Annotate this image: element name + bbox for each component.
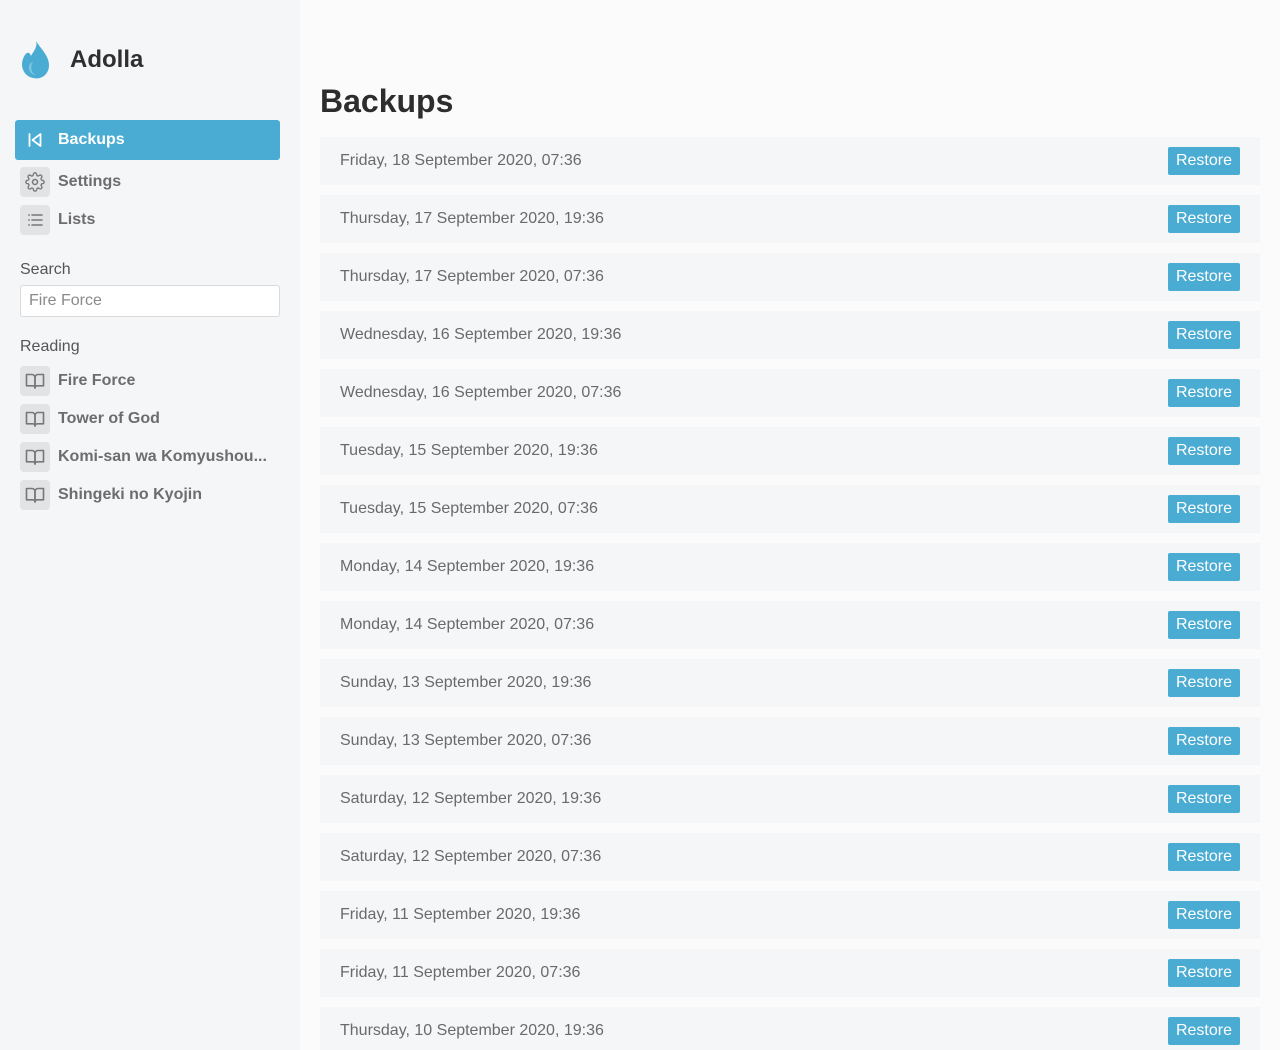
restore-button[interactable]: Restore <box>1167 437 1240 465</box>
reading-item-komi-san[interactable]: Komi-san wa Komyushou... <box>15 438 280 476</box>
main-nav: Backups Settings Lists <box>15 120 280 239</box>
reading-item-fire-force[interactable]: Fire Force <box>15 362 280 400</box>
restore-button[interactable]: Restore <box>1167 379 1240 407</box>
reading-label: Reading <box>20 338 80 355</box>
search-label: Search <box>20 261 71 278</box>
backup-row: Monday, 14 September 2020, 19:36 Restore <box>320 543 1260 591</box>
backup-date: Thursday, 17 September 2020, 07:36 <box>340 268 604 285</box>
backup-row: Saturday, 12 September 2020, 07:36 Restor… <box>320 833 1260 881</box>
book-open-icon <box>20 404 50 434</box>
nav-item-settings[interactable]: Settings <box>15 163 280 201</box>
backup-date: Saturday, 12 September 2020, 19:36 <box>340 790 602 807</box>
reading-title: Fire Force <box>58 372 136 389</box>
nav-label: Settings <box>58 173 122 190</box>
backup-date: Thursday, 17 September 2020, 19:36 <box>340 210 604 227</box>
reading-item-shingeki-no-kyojin[interactable]: Shingeki no Kyojin <box>15 476 280 514</box>
backup-row: Wednesday, 16 September 2020, 07:36 Resto… <box>320 369 1260 417</box>
backup-row: Friday, 18 September 2020, 07:36 Restore <box>320 137 1260 185</box>
nav-label: Backups <box>58 131 125 148</box>
book-open-icon <box>20 366 50 396</box>
restore-button[interactable]: Restore <box>1167 205 1240 233</box>
restore-button[interactable]: Restore <box>1167 785 1240 813</box>
skip-back-icon <box>20 125 50 155</box>
backup-row: Monday, 14 September 2020, 07:36 Restore <box>320 601 1260 649</box>
brand[interactable]: Adolla <box>19 39 280 81</box>
backup-date: Sunday, 13 September 2020, 19:36 <box>340 674 592 691</box>
restore-button[interactable]: Restore <box>1167 611 1240 639</box>
reading-title: Tower of God <box>58 410 160 427</box>
nav-item-lists[interactable]: Lists <box>15 201 280 239</box>
backup-row: Thursday, 17 September 2020, 07:36 Restor… <box>320 253 1260 301</box>
backup-list: Friday, 18 September 2020, 07:36 Restore … <box>320 137 1260 1050</box>
backup-date: Wednesday, 16 September 2020, 07:36 <box>340 384 622 401</box>
gear-icon <box>20 167 50 197</box>
sidebar: Adolla Backups Settings Lists Search Fir… <box>0 0 300 1050</box>
backup-date: Thursday, 10 September 2020, 19:36 <box>340 1022 604 1039</box>
reading-item-tower-of-god[interactable]: Tower of God <box>15 400 280 438</box>
backup-date: Monday, 14 September 2020, 07:36 <box>340 616 595 633</box>
backup-row: Tuesday, 15 September 2020, 19:36 Restore <box>320 427 1260 475</box>
restore-button[interactable]: Restore <box>1167 495 1240 523</box>
restore-button[interactable]: Restore <box>1167 959 1240 987</box>
droplet-logo-icon <box>22 41 49 79</box>
backup-date: Tuesday, 15 September 2020, 19:36 <box>340 442 598 459</box>
backup-date: Tuesday, 15 September 2020, 07:36 <box>340 500 598 517</box>
nav-item-backups[interactable]: Backups <box>15 120 280 160</box>
backup-row: Tuesday, 15 September 2020, 07:36 Restore <box>320 485 1260 533</box>
restore-button[interactable]: Restore <box>1167 553 1240 581</box>
restore-button[interactable]: Restore <box>1167 901 1240 929</box>
app: Adolla Backups Settings Lists Search Fir… <box>0 0 1280 1050</box>
backup-date: Monday, 14 September 2020, 19:36 <box>340 558 595 575</box>
backup-row: Sunday, 13 September 2020, 19:36 Restore <box>320 659 1260 707</box>
restore-button[interactable]: Restore <box>1167 1017 1240 1045</box>
book-open-icon <box>20 442 50 472</box>
backup-row: Friday, 11 September 2020, 19:36 Restore <box>320 891 1260 939</box>
backup-date: Friday, 11 September 2020, 07:36 <box>340 964 581 981</box>
backup-row: Saturday, 12 September 2020, 19:36 Restor… <box>320 775 1260 823</box>
reading-title: Komi-san wa Komyushou... <box>58 448 267 465</box>
backup-date: Friday, 11 September 2020, 19:36 <box>340 906 581 923</box>
backup-date: Wednesday, 16 September 2020, 19:36 <box>340 326 622 343</box>
restore-button[interactable]: Restore <box>1167 669 1240 697</box>
reading-list: Fire Force Tower of God Komi-san wa Komy… <box>15 362 280 514</box>
restore-button[interactable]: Restore <box>1167 843 1240 871</box>
page-title: Backups <box>320 83 454 119</box>
restore-button[interactable]: Restore <box>1167 147 1240 175</box>
backup-row: Thursday, 17 September 2020, 19:36 Restor… <box>320 195 1260 243</box>
backup-row: Sunday, 13 September 2020, 07:36 Restore <box>320 717 1260 765</box>
backup-row: Friday, 11 September 2020, 07:36 Restore <box>320 949 1260 997</box>
backup-row: Thursday, 10 September 2020, 19:36 Restor… <box>320 1007 1260 1050</box>
brand-name: Adolla <box>70 46 144 73</box>
search-input[interactable] <box>20 285 280 317</box>
restore-button[interactable]: Restore <box>1167 727 1240 755</box>
main-content: Backups Friday, 18 September 2020, 07:36… <box>300 0 1280 1050</box>
restore-button[interactable]: Restore <box>1167 263 1240 291</box>
book-open-icon <box>20 480 50 510</box>
backup-row: Wednesday, 16 September 2020, 19:36 Resto… <box>320 311 1260 359</box>
backup-date: Friday, 18 September 2020, 07:36 <box>340 152 582 169</box>
restore-button[interactable]: Restore <box>1167 321 1240 349</box>
backup-date: Saturday, 12 September 2020, 07:36 <box>340 848 602 865</box>
backup-date: Sunday, 13 September 2020, 07:36 <box>340 732 592 749</box>
list-icon <box>20 205 50 235</box>
reading-title: Shingeki no Kyojin <box>58 486 203 503</box>
nav-label: Lists <box>58 211 96 228</box>
